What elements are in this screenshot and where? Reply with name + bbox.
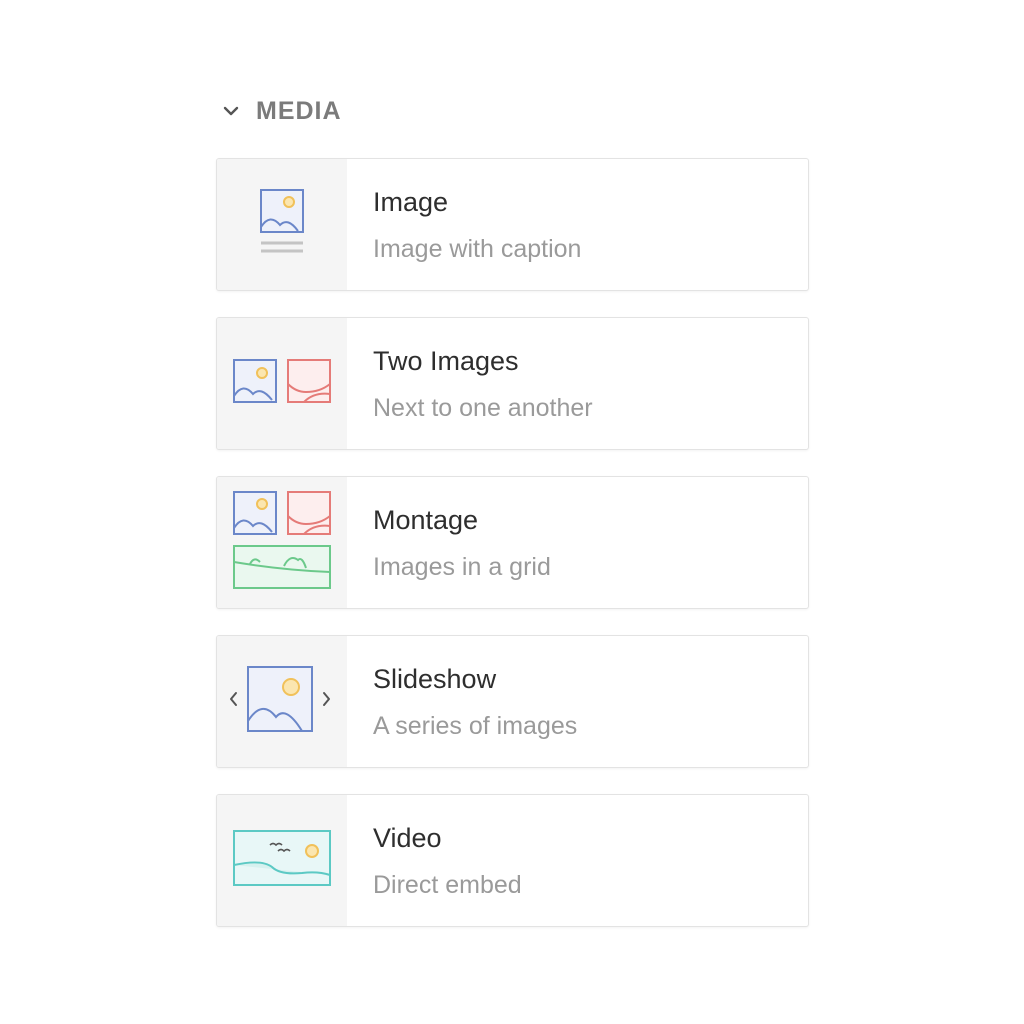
media-item-slideshow[interactable]: Slideshow A series of images xyxy=(216,635,809,768)
media-item-montage[interactable]: Montage Images in a grid xyxy=(216,476,809,609)
item-title: Video xyxy=(373,823,442,853)
item-subtitle: Image with caption xyxy=(373,235,582,263)
thumbnail xyxy=(217,318,347,449)
item-subtitle: A series of images xyxy=(373,712,578,740)
item-title: Slideshow xyxy=(373,664,497,694)
thumbnail xyxy=(217,159,347,290)
media-item-image[interactable]: Image Image with caption xyxy=(216,158,809,291)
thumbnail xyxy=(217,477,347,608)
video-icon xyxy=(232,829,332,892)
media-section-toggle[interactable]: MEDIA xyxy=(216,88,809,134)
thumbnail xyxy=(217,795,347,926)
item-title: Image xyxy=(373,187,449,217)
item-subtitle: Direct embed xyxy=(373,871,522,899)
media-item-two-images[interactable]: Two Images Next to one another xyxy=(216,317,809,450)
section-title: MEDIA xyxy=(256,96,342,125)
image-caption-icon xyxy=(258,187,306,262)
item-subtitle: Images in a grid xyxy=(373,553,551,581)
thumbnail xyxy=(217,636,347,767)
item-subtitle: Next to one another xyxy=(373,394,593,422)
media-item-video[interactable]: Video Direct embed xyxy=(216,794,809,927)
media-panel: MEDIA Image Image with caption Two Image… xyxy=(216,88,809,927)
item-title: Two Images xyxy=(373,346,519,376)
chevron-down-icon xyxy=(220,100,242,122)
item-title: Montage xyxy=(373,505,479,535)
two-images-icon xyxy=(232,358,332,409)
montage-icon xyxy=(232,490,332,595)
slideshow-icon xyxy=(226,665,338,738)
